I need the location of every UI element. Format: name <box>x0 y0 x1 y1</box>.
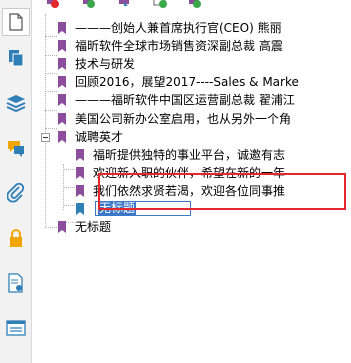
bookmark-icon <box>58 131 66 143</box>
delete-bookmark-icon[interactable] <box>44 0 60 8</box>
bookmark-item[interactable]: 技术与研发 <box>32 56 351 73</box>
add-bookmark-icon[interactable] <box>80 0 96 8</box>
bookmark-icon <box>76 149 84 161</box>
selected-bookmark-icon <box>76 203 84 215</box>
bookmark-item-expanded[interactable]: 诚聘英才 <box>32 129 351 146</box>
bookmark-label: 我们依然求贤若渴，欢迎各位同事推 <box>93 184 286 198</box>
bookmark-item[interactable]: 无标题 <box>32 219 351 236</box>
bookmark-label: 福昕软件全球市场销售资深副总裁 高震 <box>75 39 283 53</box>
bookmark-icon <box>58 22 66 34</box>
bookmark-icon <box>76 167 84 179</box>
bookmark-item[interactable]: 我们依然求贤若渴，欢迎各位同事推 <box>32 183 351 200</box>
security-lock-icon[interactable] <box>3 225 29 251</box>
bookmark-item[interactable]: 福昕提供独特的事业平台，诚邀有志 <box>32 147 351 164</box>
comments-icon[interactable] <box>3 135 29 161</box>
bookmark-label: ———创始人兼首席执行官(CEO) 熊丽 <box>75 21 282 35</box>
bookmark-label: 欢迎新入职的伙伴，希望在新的一年 <box>93 166 286 180</box>
pages-icon[interactable] <box>3 45 29 71</box>
attachment-icon[interactable] <box>3 180 29 206</box>
bookmark-label: 美国公司新办公室启用，也从另外一个角 <box>75 112 292 126</box>
bookmark-item[interactable]: 欢迎新入职的伙伴，希望在新的一年 <box>32 165 351 182</box>
bookmark-item[interactable]: 回顾2016，展望2017----Sales & Marke <box>32 74 351 91</box>
form-fields-icon[interactable] <box>3 315 29 341</box>
bookmark-settings-icon[interactable] <box>186 0 202 8</box>
bookmark-rename-text[interactable]: 无标题 <box>98 202 137 215</box>
bookmark-label: 无标题 <box>75 220 112 234</box>
collapse-toggle-icon[interactable] <box>41 133 50 142</box>
bookmark-icon <box>58 94 66 106</box>
bookmark-rename-field[interactable]: 无标题 <box>95 201 191 216</box>
bookmark-label: ———福昕软件中国区运营副总裁 翟浦江 <box>75 93 295 107</box>
bookmark-toolbar <box>32 0 351 14</box>
bookmark-tree: ———创始人兼首席执行官(CEO) 熊丽 福昕软件全球市场销售资深副总裁 高震 … <box>32 14 351 363</box>
bookmark-icon <box>76 185 84 197</box>
bookmark-label: 回顾2016，展望2017----Sales & Marke <box>75 75 299 89</box>
bookmark-icon <box>58 221 66 233</box>
document-icon[interactable] <box>2 8 30 36</box>
bookmark-item[interactable]: 福昕软件全球市场销售资深副总裁 高震 <box>32 38 351 55</box>
add-child-bookmark-icon[interactable] <box>116 0 132 8</box>
bookmark-item[interactable]: ———创始人兼首席执行官(CEO) 熊丽 <box>32 20 351 37</box>
bookmark-item[interactable]: ———福昕软件中国区运营副总裁 翟浦江 <box>32 92 351 109</box>
navigation-sidebar <box>0 0 32 363</box>
new-bookmark-icon[interactable] <box>152 0 168 8</box>
bookmark-item[interactable]: 美国公司新办公室启用，也从另外一个角 <box>32 111 351 128</box>
bookmark-icon <box>58 40 66 52</box>
bookmark-label: 技术与研发 <box>75 57 136 71</box>
bookmark-label: 诚聘英才 <box>75 130 124 144</box>
bookmark-icon <box>58 76 66 88</box>
bookmark-icon <box>58 113 66 125</box>
signature-document-icon[interactable] <box>3 270 29 296</box>
bookmark-label: 福昕提供独特的事业平台，诚邀有志 <box>93 148 286 162</box>
layers-icon[interactable] <box>3 90 29 116</box>
bookmark-icon <box>58 58 66 70</box>
